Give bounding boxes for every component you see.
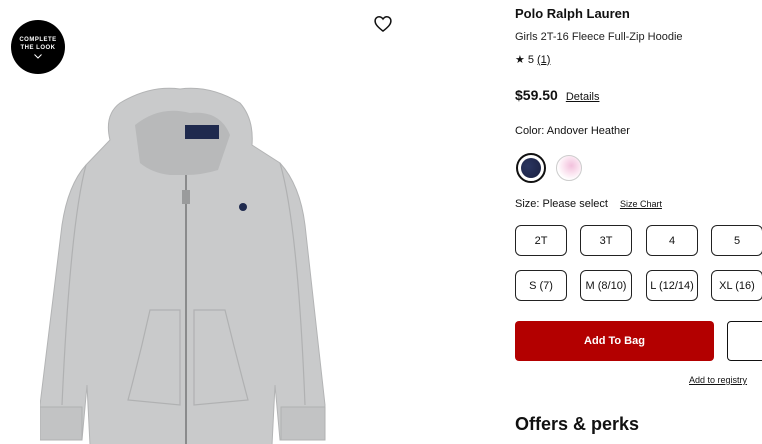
price: $59.50 — [515, 87, 558, 103]
rating-value: 5 — [527, 53, 534, 66]
secondary-action-button[interactable] — [727, 321, 762, 361]
details-link[interactable]: Details — [566, 91, 600, 103]
color-label: Color: Andover Heather — [515, 125, 630, 137]
brand-name[interactable]: Polo Ralph Lauren — [515, 6, 630, 21]
size-option-m810[interactable]: M (8/10) — [580, 270, 632, 301]
rating[interactable]: ★ 5 (1) — [515, 53, 550, 67]
size-option-2t[interactable]: 2T — [515, 225, 567, 256]
size-label: Size: Please select — [515, 198, 608, 210]
size-option-s7[interactable]: S (7) — [515, 270, 567, 301]
star-icon: ★ — [515, 54, 525, 66]
size-chart-link[interactable]: Size Chart — [620, 199, 662, 209]
add-to-bag-button[interactable]: Add To Bag — [515, 321, 714, 361]
offers-heading: Offers & perks — [515, 414, 640, 434]
size-row: Size: Please select Size Chart — [515, 198, 662, 210]
size-option-l1214[interactable]: L (12/14) — [646, 270, 698, 301]
color-swatch-pink[interactable] — [556, 155, 582, 181]
color-swatch-navy[interactable] — [516, 153, 546, 183]
review-count-link[interactable]: (1) — [537, 54, 550, 66]
product-details-panel: Polo Ralph Lauren Girls 2T-16 Fleece Ful… — [515, 0, 762, 444]
chevron-down-icon — [34, 53, 42, 59]
product-image-hoodie[interactable] — [40, 85, 360, 444]
heart-icon[interactable] — [373, 14, 393, 34]
price-row: $59.50 Details — [515, 87, 599, 103]
size-option-4[interactable]: 4 — [646, 225, 698, 256]
product-image-area: COMPLETE THE LOOK — [0, 0, 490, 444]
complete-look-line2: THE LOOK — [20, 44, 56, 51]
add-to-registry-link[interactable]: Add to registry — [689, 375, 747, 385]
product-name: Girls 2T-16 Fleece Full-Zip Hoodie — [515, 31, 683, 43]
complete-look-line1: COMPLETE — [19, 36, 57, 43]
size-option-3t[interactable]: 3T — [580, 225, 632, 256]
size-option-xl16[interactable]: XL (16) — [711, 270, 762, 301]
complete-the-look-button[interactable]: COMPLETE THE LOOK — [11, 20, 65, 74]
size-option-5[interactable]: 5 — [711, 225, 762, 256]
